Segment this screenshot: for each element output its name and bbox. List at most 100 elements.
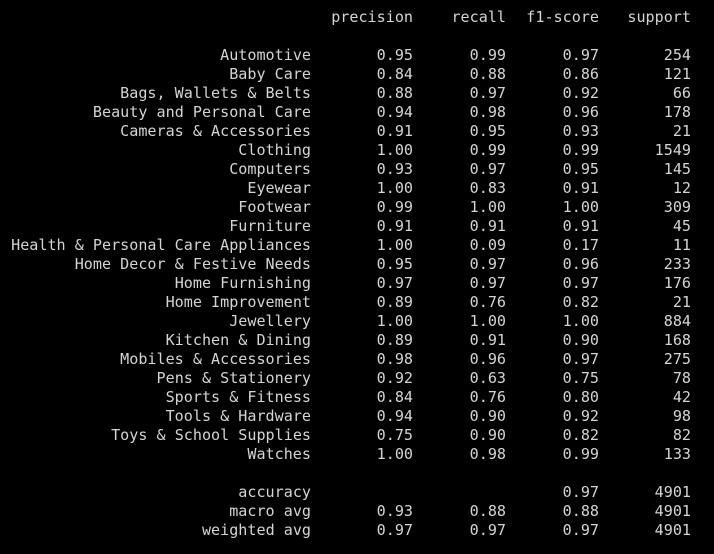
support-cell: 12	[672, 179, 691, 197]
support-cell: 884	[663, 312, 691, 330]
report-row: Home Improvement 0.89 0.76 0.82 21	[0, 293, 714, 312]
recall-cell: 0.63	[469, 369, 506, 387]
recall-cell: 0.76	[469, 388, 506, 406]
support-cell: 11	[672, 236, 691, 254]
f1-score-cell: 0.90	[562, 331, 599, 349]
precision-cell: 0.98	[376, 350, 413, 368]
f1-score-cell: 0.75	[562, 369, 599, 387]
precision-cell: 0.93	[376, 160, 413, 178]
f1-score-cell: 0.95	[562, 160, 599, 178]
f1-score-cell: 0.97	[562, 350, 599, 368]
label-cell: Furniture	[229, 217, 311, 235]
header-f1-score: f1-score	[526, 8, 599, 26]
precision-cell: 0.91	[376, 122, 413, 140]
report-row: Beauty and Personal Care 0.94 0.98 0.96 178	[0, 103, 714, 122]
label-cell: Home Furnishing	[174, 274, 311, 292]
report-row: Bags, Wallets & Belts 0.88 0.97 0.92 66	[0, 84, 714, 103]
label-cell: Computers	[229, 160, 311, 178]
support-cell: 1549	[654, 141, 691, 159]
support-cell: 4901	[654, 521, 691, 539]
recall-cell: 1.00	[469, 198, 506, 216]
report-row: Home Decor & Festive Needs 0.95 0.97 0.96 23…	[0, 255, 714, 274]
f1-score-cell: 0.82	[562, 293, 599, 311]
label-cell: Automotive	[220, 46, 311, 64]
report-row: Watches 1.00 0.98 0.99 133	[0, 445, 714, 464]
precision-cell: 1.00	[376, 236, 413, 254]
support-cell: 254	[663, 46, 691, 64]
support-cell: 4901	[654, 502, 691, 520]
header-precision: precision	[331, 8, 413, 26]
label-cell: weighted avg	[201, 521, 311, 539]
label-cell: Kitchen & Dining	[165, 331, 311, 349]
f1-score-cell: 0.82	[562, 426, 599, 444]
support-cell: 121	[663, 65, 691, 83]
report-row: Cameras & Accessories 0.91 0.95 0.93 21	[0, 122, 714, 141]
support-cell: 145	[663, 160, 691, 178]
precision-cell: 0.97	[376, 521, 413, 539]
summary-rows: accuracy 0.97 4901 macro avg 0.93 0.88 0.88 490…	[0, 483, 714, 540]
support-cell: 66	[672, 84, 691, 102]
support-cell: 21	[672, 293, 691, 311]
recall-cell: 0.97	[469, 521, 506, 539]
summary-row: macro avg 0.93 0.88 0.88 4901	[0, 502, 714, 521]
precision-cell: 0.75	[376, 426, 413, 444]
support-cell: 309	[663, 198, 691, 216]
recall-cell: 0.90	[469, 426, 506, 444]
precision-cell: 1.00	[376, 179, 413, 197]
report-row: Sports & Fitness 0.84 0.76 0.80 42	[0, 388, 714, 407]
precision-cell: 0.92	[376, 369, 413, 387]
support-cell: 78	[672, 369, 691, 387]
label-cell: Home Decor & Festive Needs	[74, 255, 311, 273]
classification-report: precision recall f1-score support Automo…	[0, 8, 714, 540]
report-row: Toys & School Supplies 0.75 0.90 0.82 82	[0, 426, 714, 445]
f1-score-cell: 0.80	[562, 388, 599, 406]
recall-cell: 0.98	[469, 445, 506, 463]
support-cell: 21	[672, 122, 691, 140]
support-cell: 133	[663, 445, 691, 463]
precision-cell: 0.84	[376, 65, 413, 83]
f1-score-cell: 0.99	[562, 141, 599, 159]
report-row: Kitchen & Dining 0.89 0.91 0.90 168	[0, 331, 714, 350]
precision-cell: 1.00	[376, 141, 413, 159]
label-cell: Baby Care	[229, 65, 311, 83]
report-row: Computers 0.93 0.97 0.95 145	[0, 160, 714, 179]
label-cell: accuracy	[238, 483, 311, 501]
support-cell: 168	[663, 331, 691, 349]
recall-cell: 0.76	[469, 293, 506, 311]
report-row: Baby Care 0.84 0.88 0.86 121	[0, 65, 714, 84]
f1-score-cell: 0.91	[562, 179, 599, 197]
report-row: Clothing 1.00 0.99 0.99 1549	[0, 141, 714, 160]
report-row: Health & Personal Care Appliances 1.00 0.0…	[0, 236, 714, 255]
label-cell: Home Improvement	[165, 293, 311, 311]
support-cell: 4901	[654, 483, 691, 501]
recall-cell: 0.99	[469, 141, 506, 159]
precision-cell: 0.95	[376, 255, 413, 273]
label-cell: Eyewear	[247, 179, 311, 197]
label-cell: Cameras & Accessories	[120, 122, 311, 140]
label-cell: Watches	[247, 445, 311, 463]
label-cell: macro avg	[229, 502, 311, 520]
label-cell: Clothing	[238, 141, 311, 159]
report-row: Pens & Stationery 0.92 0.63 0.75 78	[0, 369, 714, 388]
precision-cell: 0.95	[376, 46, 413, 64]
f1-score-cell: 0.96	[562, 103, 599, 121]
report-row: Footwear 0.99 1.00 1.00 309	[0, 198, 714, 217]
precision-cell: 0.99	[376, 198, 413, 216]
support-cell: 178	[663, 103, 691, 121]
summary-row: weighted avg 0.97 0.97 0.97 4901	[0, 521, 714, 540]
precision-cell: 0.89	[376, 293, 413, 311]
f1-score-cell: 0.99	[562, 445, 599, 463]
recall-cell: 0.95	[469, 122, 506, 140]
f1-score-cell: 0.97	[562, 483, 599, 501]
label-cell: Tools & Hardware	[165, 407, 311, 425]
precision-cell: 0.88	[376, 84, 413, 102]
recall-cell: 1.00	[469, 312, 506, 330]
precision-cell: 0.91	[376, 217, 413, 235]
recall-cell: 0.88	[469, 502, 506, 520]
recall-cell: 0.99	[469, 46, 506, 64]
report-row: Tools & Hardware 0.94 0.90 0.92 98	[0, 407, 714, 426]
report-row: Mobiles & Accessories 0.98 0.96 0.97 275	[0, 350, 714, 369]
f1-score-cell: 0.97	[562, 274, 599, 292]
recall-cell: 0.97	[469, 160, 506, 178]
